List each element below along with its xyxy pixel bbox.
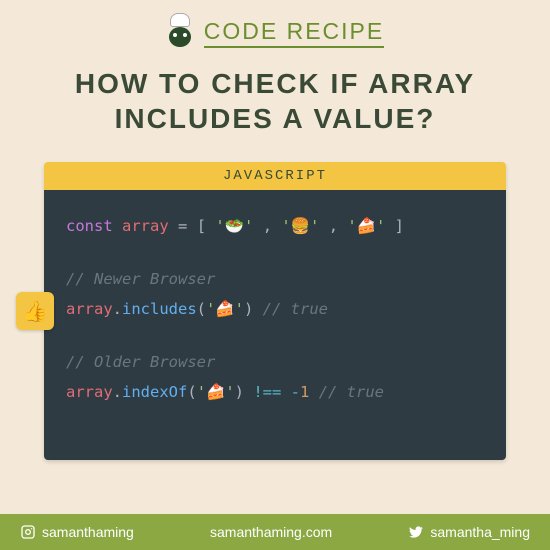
footer-instagram[interactable]: samanthaming bbox=[20, 524, 134, 540]
code-line-includes: array.includes('🍰') // true bbox=[66, 295, 484, 324]
thumbs-up-icon: 👍 bbox=[16, 292, 54, 330]
twitter-icon bbox=[408, 524, 424, 540]
title-line-2: INCLUDES A VALUE? bbox=[115, 103, 436, 134]
footer: samanthaming samanthaming.com samantha_m… bbox=[0, 514, 550, 550]
footer-twitter[interactable]: samantha_ming bbox=[408, 524, 530, 540]
title-line-1: HOW TO CHECK IF ARRAY bbox=[75, 68, 475, 99]
instagram-icon bbox=[20, 524, 36, 540]
code-body: const array = [ '🥗' , '🍔' , '🍰' ] // New… bbox=[44, 190, 506, 460]
code-block: JAVASCRIPT 👍 const array = [ '🥗' , '🍔' ,… bbox=[44, 162, 506, 460]
brand-header: CODE RECIPE bbox=[0, 0, 550, 48]
footer-website[interactable]: samanthaming.com bbox=[210, 524, 332, 540]
code-section-newer: // Newer Browser array.includes('🍰') // … bbox=[66, 265, 484, 324]
code-section-older: // Older Browser array.indexOf('🍰') !== … bbox=[66, 348, 484, 407]
code-line-indexof: array.indexOf('🍰') !== -1 // true bbox=[66, 378, 484, 407]
code-line-decl: const array = [ '🥗' , '🍔' , '🍰' ] bbox=[66, 212, 484, 241]
code-lang-label: JAVASCRIPT bbox=[44, 162, 506, 190]
comment-older: // Older Browser bbox=[66, 348, 484, 377]
brand-title: CODE RECIPE bbox=[204, 18, 384, 48]
twitter-handle: samantha_ming bbox=[430, 524, 530, 540]
website-url: samanthaming.com bbox=[210, 524, 332, 540]
instagram-handle: samanthaming bbox=[42, 524, 134, 540]
chef-avatar-icon bbox=[166, 19, 194, 47]
comment-newer: // Newer Browser bbox=[66, 265, 484, 294]
page-title: HOW TO CHECK IF ARRAY INCLUDES A VALUE? bbox=[0, 66, 550, 136]
